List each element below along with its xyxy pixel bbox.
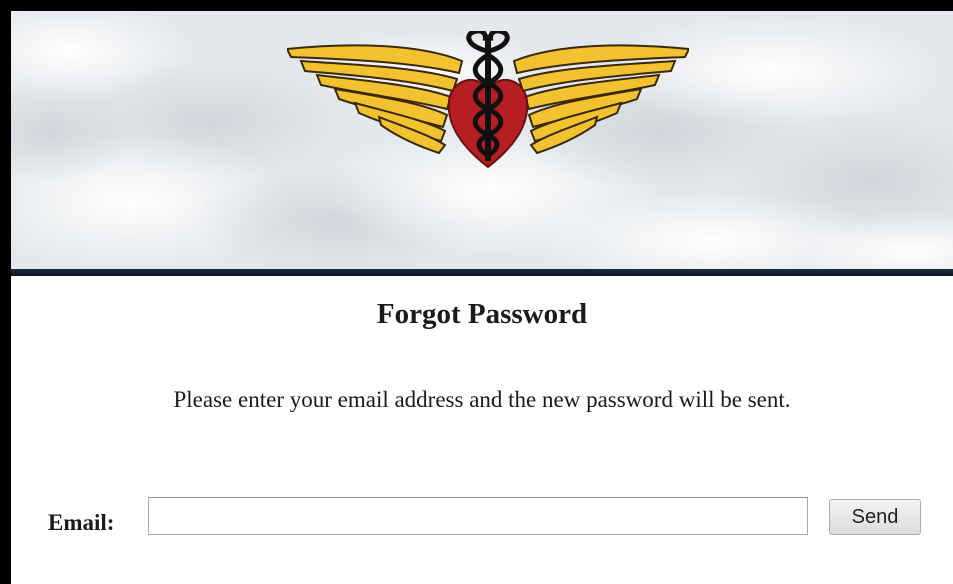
window-frame: Forgot Password Please enter your email … xyxy=(0,0,953,584)
page: Forgot Password Please enter your email … xyxy=(11,11,953,584)
email-field[interactable] xyxy=(148,497,808,535)
banner-divider xyxy=(11,269,953,276)
page-title: Forgot Password xyxy=(376,298,588,330)
header-banner xyxy=(11,11,953,269)
instruction-text: Please enter your email address and the … xyxy=(173,387,791,412)
email-label: Email: xyxy=(48,510,115,535)
send-button[interactable]: Send xyxy=(829,499,921,535)
winged-heart-caduceus-icon xyxy=(287,31,689,169)
